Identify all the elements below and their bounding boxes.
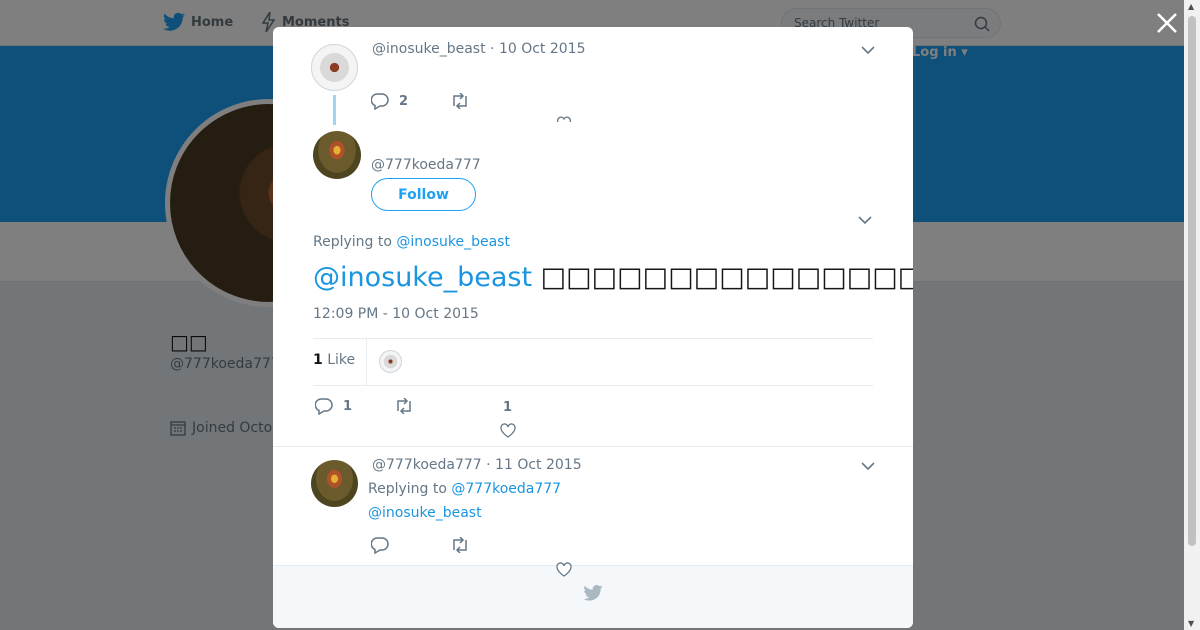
likes-stat-count: 1 [313,352,323,368]
tweet1-header: @inosuke_beast · 10 Oct 2015 [372,41,586,57]
avatar-inosuke-beast[interactable] [311,44,358,91]
chevron-down-icon[interactable] [861,461,875,471]
focus-timestamp[interactable]: 12:09 PM - 10 Oct 2015 [313,306,479,322]
focus-reply-count: 1 [343,399,353,414]
tweet-stats: 1 Like [313,338,873,386]
chevron-down-icon[interactable] [858,215,872,225]
focus-author[interactable]: @777koeda777 [371,157,481,173]
heart-icon[interactable] [556,116,572,122]
likes-stat[interactable]: 1 Like [313,352,355,368]
tweet3-header: @777koeda777 · 11 Oct 2015 [372,457,582,473]
reply-icon [371,537,389,554]
heart-icon[interactable] [500,423,516,438]
focus-body: □□□□□□□□□□□□□□□□□□□□□□ [540,262,913,293]
stats-divider [366,339,367,385]
focus-tweet-text: @inosuke_beast □□□□□□□□□□□□□□□□□□□□□□ [313,261,913,295]
focus-reply-button[interactable]: 1 [315,398,352,415]
focus-retweet-button[interactable] [394,398,414,414]
avatar-777koeda777[interactable] [313,131,361,179]
focus-replying-to: Replying to @inosuke_beast [313,234,510,250]
tweet1-reply-count: 2 [399,94,409,109]
chevron-down-icon[interactable] [861,45,875,55]
tweet3-replying-prefix: Replying to [368,481,447,497]
scrollbar[interactable]: ▲ ▼ [1184,0,1200,630]
tweet3-replying-link[interactable]: @777koeda777 [451,481,561,497]
follow-button[interactable]: Follow [371,178,476,211]
tweet1-author[interactable]: @inosuke_beast [372,41,486,57]
scroll-up-arrow-icon[interactable]: ▲ [1188,2,1194,11]
tweet3-replying-to: Replying to @777koeda777 [368,481,561,497]
tweet3-date[interactable]: · 11 Oct 2015 [486,457,581,473]
tweet-modal: @inosuke_beast · 10 Oct 2015 2 @777koeda… [273,27,913,628]
close-icon[interactable] [1154,10,1180,36]
tweet3-retweet-button[interactable] [450,537,470,553]
focus-replying-link[interactable]: @inosuke_beast [396,234,510,250]
thread-connector [333,95,336,125]
scrollbar-thumb[interactable] [1188,16,1196,546]
focus-like-count: 1 [503,400,513,415]
focus-replying-prefix: Replying to [313,234,392,250]
liker-avatar[interactable] [379,350,402,373]
retweet-icon [397,398,411,414]
tweet3-mention[interactable]: @inosuke_beast [368,505,482,521]
heart-icon[interactable] [556,562,572,577]
retweet-icon [453,93,467,109]
tweet1-reply-button[interactable]: 2 [371,93,408,110]
tweet3-author[interactable]: @777koeda777 [372,457,482,473]
divider [273,446,913,447]
avatar-777koeda777[interactable] [311,460,358,507]
reply-icon [371,93,389,110]
tweet1-retweet-button[interactable] [450,93,470,109]
retweet-icon [453,537,467,553]
focus-mention[interactable]: @inosuke_beast [313,262,532,293]
reply-icon [315,398,333,415]
tweet1-date[interactable]: · 10 Oct 2015 [490,41,585,57]
scroll-down-arrow-icon[interactable]: ▼ [1188,619,1194,628]
likes-stat-label: Like [327,352,356,368]
tweet3-reply-button[interactable] [371,537,389,554]
twitter-bird-icon [583,585,603,601]
